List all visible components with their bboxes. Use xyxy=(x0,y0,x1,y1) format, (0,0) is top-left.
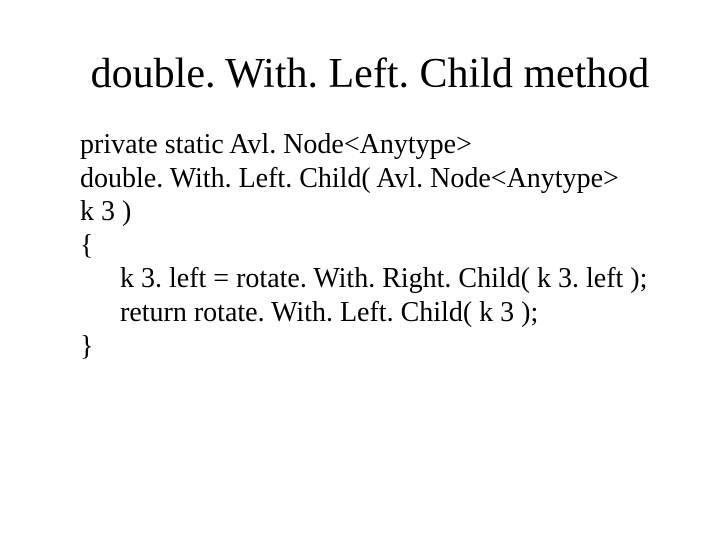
code-line: } xyxy=(80,330,660,364)
code-line: return rotate. With. Left. Child( k 3 ); xyxy=(80,296,660,330)
slide: double. With. Left. Child method private… xyxy=(0,0,720,540)
code-line: private static Avl. Node<Anytype> xyxy=(80,128,660,162)
code-line: k 3 ) xyxy=(80,195,660,229)
code-line: { xyxy=(80,229,660,263)
code-block: private static Avl. Node<Anytype> double… xyxy=(80,128,660,363)
code-line: double. With. Left. Child( Avl. Node<Any… xyxy=(80,162,660,196)
slide-title: double. With. Left. Child method xyxy=(80,50,660,98)
code-line: k 3. left = rotate. With. Right. Child( … xyxy=(80,262,660,296)
